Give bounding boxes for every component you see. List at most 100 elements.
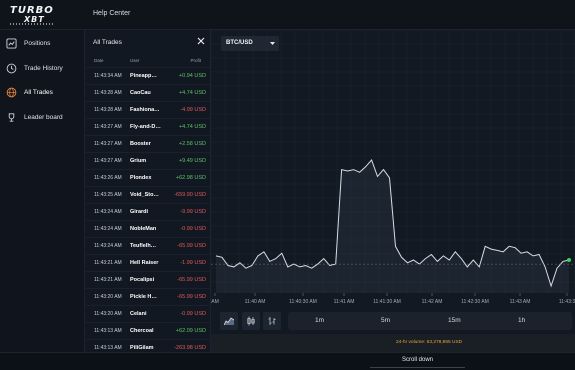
turbo-xbt-logo[interactable]: TURBO XBT — [10, 5, 54, 25]
table-row[interactable]: 11:43:28 AM CaoCau +4.74 USD — [85, 84, 211, 101]
trade-date: 11:43:20 AM — [94, 294, 122, 300]
table-row[interactable]: 11:43:25 AM Void_Sto… -659.90 USD — [85, 186, 211, 203]
footer-bar: Scroll down — [0, 352, 575, 370]
price-chart[interactable]: AM 11:40 AM 11:40:30 AM 11:41 AM 11:41:30 AM… — [211, 30, 575, 310]
trade-date: 11:43:24 AM — [94, 226, 122, 232]
trade-user: Booster — [130, 141, 151, 147]
sidebar-item-label: All Trades — [24, 88, 53, 96]
trade-date: 11:43:25 AM — [94, 192, 122, 198]
chevron-down-icon — [270, 42, 275, 45]
sidebar-item-leader-board[interactable]: Leader board — [6, 110, 82, 124]
table-row[interactable]: 11:43:13 AM Chercoal +62.09 USD — [85, 322, 211, 339]
trade-profit: -659.90 USD — [174, 192, 206, 198]
x-tick-label: 11:42 AM — [422, 299, 443, 305]
trade-date: 11:43:24 AM — [94, 243, 122, 249]
trade-date: 11:43:27 AM — [94, 124, 122, 130]
volume-bar: 24-hr volume: 63,278,865 USD — [211, 334, 575, 352]
close-icon[interactable] — [197, 37, 205, 45]
all-trades-panel: All Trades Date User Profit 11:43:34 AM P… — [85, 30, 211, 368]
table-row[interactable]: 11:43:27 AM Grium +9.49 USD — [85, 152, 211, 169]
sidebar-item-label: Trade History — [24, 64, 63, 72]
panel-title: All Trades — [93, 39, 122, 46]
sidebar-item-trade-history[interactable]: Trade History — [6, 61, 82, 75]
trade-user: CaoCau — [130, 90, 151, 96]
timeframe-5m[interactable]: 5m — [381, 317, 390, 324]
sidebar-item-label: Positions — [24, 39, 51, 47]
column-user: User — [130, 58, 140, 63]
x-tick-label: 11:41:30 AM — [373, 299, 401, 305]
pair-selector[interactable]: BTC/USD — [221, 36, 279, 51]
trade-profit: +62.98 USD — [175, 175, 206, 181]
trade-user: Celani — [130, 311, 147, 317]
trade-user: NobleMan — [130, 226, 157, 232]
table-row[interactable]: 11:43:28 AM Fashiona… -4.99 USD — [85, 101, 211, 118]
sidebar-item-label: Leader board — [24, 113, 63, 121]
table-row[interactable]: 11:43:27 AM Fly-and-D… +4.74 USD — [85, 118, 211, 135]
table-row[interactable]: 11:43:34 AM Pineapp… +0.94 USD — [85, 67, 211, 84]
trade-user: Girardi — [130, 209, 149, 215]
timeframe-selector: 1m 5m 15m 1h — [288, 312, 572, 330]
trade-user: Plondex — [130, 175, 152, 181]
trade-user: Void_Sto… — [130, 192, 159, 198]
sidebar-item-all-trades[interactable]: All Trades — [6, 85, 82, 99]
trade-date: 11:43:28 AM — [94, 90, 122, 96]
x-tick-label: 11:40 AM — [245, 299, 266, 305]
bar-chart-button[interactable] — [263, 312, 281, 330]
trade-user: Grium — [130, 158, 147, 164]
help-center-link[interactable]: Help Center — [93, 10, 130, 17]
scroll-down-button[interactable]: Scroll down — [402, 357, 433, 363]
table-row[interactable]: 11:43:20 AM Pickle H… -65.99 USD — [85, 288, 211, 305]
trade-profit: -0.99 USD — [180, 311, 206, 317]
scroll-indicator-line — [370, 367, 465, 368]
trade-date: 11:43:27 AM — [94, 141, 122, 147]
table-row[interactable]: 11:43:21 AM Hell Raiser -1.99 USD — [85, 254, 211, 271]
panel-header: All Trades — [85, 30, 211, 55]
trade-user: PiliGilam — [130, 345, 154, 351]
trade-profit: -4.99 USD — [180, 107, 206, 113]
trade-user: Chercoal — [130, 328, 154, 334]
chart-toolbar: 1m 5m 15m 1h — [211, 310, 575, 332]
clock-icon — [6, 63, 17, 73]
table-row[interactable]: 11:43:24 AM NobleMan -0.99 USD — [85, 220, 211, 237]
logo-underline-dots — [10, 23, 54, 25]
trade-user: Hell Raiser — [130, 260, 159, 266]
sidebar-item-positions[interactable]: Positions — [6, 36, 82, 50]
trade-user: Pineapp… — [130, 73, 157, 79]
timeframe-15m[interactable]: 15m — [448, 317, 461, 324]
volume-text: 24-hr volume: 63,278,865 USD — [396, 340, 463, 345]
x-tick-label: AM — [211, 299, 219, 305]
trade-date: 11:43:28 AM — [94, 107, 122, 113]
timeframe-1h[interactable]: 1h — [518, 317, 525, 324]
table-row[interactable]: 11:43:21 AM Pocalipsi -65.99 USD — [85, 271, 211, 288]
area-chart-button[interactable] — [220, 312, 238, 330]
chart-panel: AM 11:40 AM 11:40:30 AM 11:41 AM 11:41:30 AM… — [211, 30, 575, 352]
candlestick-chart-button[interactable] — [242, 312, 260, 330]
trade-profit: -65.99 USD — [177, 243, 206, 249]
sidebar: Positions Trade History All Trades Leade… — [0, 30, 85, 370]
column-headers: Date User Profit — [85, 57, 211, 65]
table-row[interactable]: 11:43:26 AM Plondex +62.98 USD — [85, 169, 211, 186]
trade-date: 11:43:21 AM — [94, 260, 122, 266]
trade-profit: +4.74 USD — [178, 124, 206, 130]
app-root: TURBO XBT Help Center Positions Trade Hi… — [0, 0, 575, 370]
table-row[interactable]: 11:43:24 AM Teuflelh… -65.99 USD — [85, 237, 211, 254]
trade-user: Pickle H… — [130, 294, 157, 300]
trade-user: Teuflelh… — [130, 243, 157, 249]
trade-profit: -65.99 USD — [177, 277, 206, 283]
x-tick-label: 11:42:30 AM — [461, 299, 489, 305]
trade-date: 11:43:34 AM — [94, 73, 122, 79]
table-row[interactable]: 11:43:24 AM Girardi -9.99 USD — [85, 203, 211, 220]
trade-date: 11:43:20 AM — [94, 311, 122, 317]
trade-profit: -1.99 USD — [180, 260, 206, 266]
trophy-icon — [8, 112, 15, 122]
table-row[interactable]: 11:43:20 AM Celani -0.99 USD — [85, 305, 211, 322]
trade-profit: +4.74 USD — [178, 90, 206, 96]
area-chart-icon — [224, 317, 234, 326]
timeframe-1m[interactable]: 1m — [315, 317, 324, 324]
trade-profit: -263.98 USD — [174, 345, 206, 351]
trade-user: Fashiona… — [130, 107, 160, 113]
table-row[interactable]: 11:43:27 AM Booster +2.58 USD — [85, 135, 211, 152]
trade-date: 11:43:21 AM — [94, 277, 122, 283]
ohlc-bar-icon — [268, 317, 276, 325]
x-tick-label: 11:43 AM — [510, 299, 531, 305]
